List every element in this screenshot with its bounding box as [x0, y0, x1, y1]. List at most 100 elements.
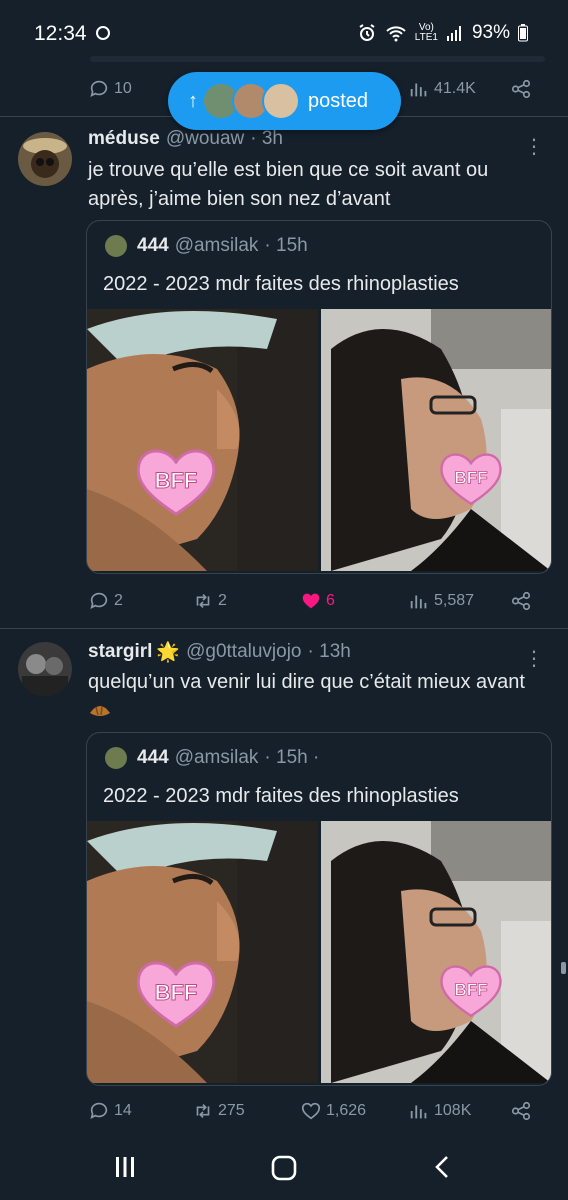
quote-handle: @amsilak [174, 235, 259, 256]
arrow-up-icon: ↑ [188, 89, 198, 112]
handle[interactable]: @g0ttaluvjojo [186, 641, 301, 663]
quote-media[interactable]: BFF BFF [87, 309, 551, 571]
quote-display-name: 444 [137, 747, 169, 768]
retweet-count: 275 [218, 1102, 245, 1119]
like-count: 6 [326, 592, 335, 609]
photo-before-image [87, 821, 318, 1083]
status-right: Vo) LTE1 93% [357, 22, 528, 44]
tweet-text-content: quelqu’un va venir lui dire que c’était … [88, 671, 525, 693]
views-count: 41.4K [434, 80, 476, 97]
home-icon[interactable] [270, 1154, 298, 1182]
quote-media[interactable]: BFF BFF [87, 821, 551, 1083]
croissant-emoji-icon [90, 706, 110, 716]
views-button[interactable]: 5,587 [408, 590, 474, 612]
alarm-icon [359, 24, 375, 41]
quote-display-name: 444 [137, 235, 169, 256]
bff-sticker: BFF [439, 453, 502, 506]
quote-header: 444 @amsilak · 15h · [105, 747, 319, 769]
photo-before[interactable]: BFF [87, 309, 318, 571]
avatar[interactable] [18, 642, 72, 696]
status-time: 12:34 [34, 22, 87, 45]
quoted-tweet[interactable]: 444 @amsilak · 15h 2022 - 2023 mdr faite… [86, 220, 552, 574]
tweet[interactable]: méduse @wouaw · 3h ⋮ je trouve qu’elle e… [0, 128, 568, 618]
tweet-header: stargirl 🌟 @g0ttaluvjojo · 13h [88, 640, 548, 664]
reply-icon [90, 80, 108, 97]
bff-sticker: BFF [136, 961, 216, 1028]
lte-label: LTE1 [414, 32, 438, 43]
android-nav-bar [0, 1136, 568, 1200]
quoted-tweet[interactable]: 444 @amsilak · 15h · 2022 - 2023 mdr fai… [86, 732, 552, 1086]
photo-after-image [320, 821, 551, 1083]
divider [0, 628, 568, 629]
battery-percent: 93% [471, 22, 510, 43]
share-icon [511, 591, 531, 611]
retweet-icon [196, 1103, 210, 1119]
share-button[interactable] [510, 1100, 532, 1122]
reply-button[interactable]: 2 [88, 590, 123, 612]
retweet-button[interactable]: 275 [192, 1100, 245, 1122]
avatar [262, 82, 300, 120]
share-icon [511, 79, 531, 99]
views-count: 108K [434, 1102, 472, 1119]
like-button[interactable]: 1,626 [300, 1100, 366, 1122]
sticker-text: BFF [155, 468, 198, 493]
reply-count: 14 [114, 1102, 132, 1119]
tweet[interactable]: stargirl 🌟 @g0ttaluvjojo · 13h ⋮ quelqu’… [0, 640, 568, 1130]
bff-sticker: BFF [439, 965, 502, 1018]
photo-after[interactable]: BFF [320, 821, 552, 1083]
reply-icon [90, 592, 108, 609]
avatar-image [18, 642, 72, 696]
sticker-text: BFF [155, 980, 198, 1005]
photo-before[interactable]: BFF [87, 821, 318, 1083]
views-count: 5,587 [434, 592, 475, 609]
views-button[interactable]: 108K [408, 1100, 471, 1122]
photo-after[interactable]: BFF [320, 309, 552, 571]
share-icon [511, 1101, 531, 1121]
avatar-image [18, 132, 72, 186]
heart-icon [301, 1102, 321, 1120]
do-not-disturb-icon [96, 26, 110, 40]
heart-icon [302, 593, 320, 609]
quote-timestamp: · 15h · [264, 747, 320, 768]
pill-avatars [202, 82, 300, 120]
new-posts-pill[interactable]: ↑ posted [168, 72, 401, 130]
share-button[interactable] [510, 78, 532, 100]
views-button[interactable]: 41.4K [408, 78, 476, 100]
share-button[interactable] [510, 590, 532, 612]
views-icon [410, 1105, 427, 1119]
back-icon[interactable] [432, 1154, 452, 1180]
quote-text: 2022 - 2023 mdr faites des rhinoplasties [103, 785, 459, 807]
quote-handle: @amsilak [174, 747, 259, 768]
reply-button[interactable]: 14 [88, 1100, 132, 1122]
tweet-text: quelqu’un va venir lui dire que c’était … [88, 668, 548, 726]
tweet-actions: 14 275 1,626 108K [88, 1096, 543, 1126]
recents-icon[interactable] [112, 1154, 138, 1180]
retweet-button[interactable]: 2 [192, 590, 227, 612]
reply-button[interactable]: 10 [88, 78, 132, 100]
avatar[interactable] [18, 132, 72, 186]
photo-after-image [320, 309, 551, 571]
quote-text: 2022 - 2023 mdr faites des rhinoplasties [103, 273, 459, 295]
signal-icon [446, 26, 461, 41]
views-icon [410, 83, 427, 97]
quote-avatar [105, 747, 127, 769]
scrollbar[interactable] [561, 962, 566, 974]
like-button[interactable]: 6 [300, 590, 335, 612]
display-name[interactable]: stargirl [88, 641, 152, 663]
reply-icon [90, 1102, 108, 1119]
quote-timestamp: · 15h [264, 235, 308, 256]
views-icon [410, 595, 427, 609]
quote-avatar [105, 235, 127, 257]
network-label: Vo) LTE1 [415, 23, 438, 43]
star-emoji: 🌟 [156, 642, 181, 663]
reply-count: 10 [114, 80, 132, 97]
photo-before-image [87, 309, 318, 571]
display-name[interactable]: méduse [88, 128, 160, 150]
handle[interactable]: @wouaw [166, 128, 244, 150]
timestamp: · 13h [307, 641, 351, 662]
battery-icon [518, 24, 528, 42]
retweet-icon [196, 593, 210, 609]
wifi-icon [386, 26, 406, 42]
quote-header: 444 @amsilak · 15h [105, 235, 308, 257]
like-count: 1,626 [326, 1102, 367, 1119]
